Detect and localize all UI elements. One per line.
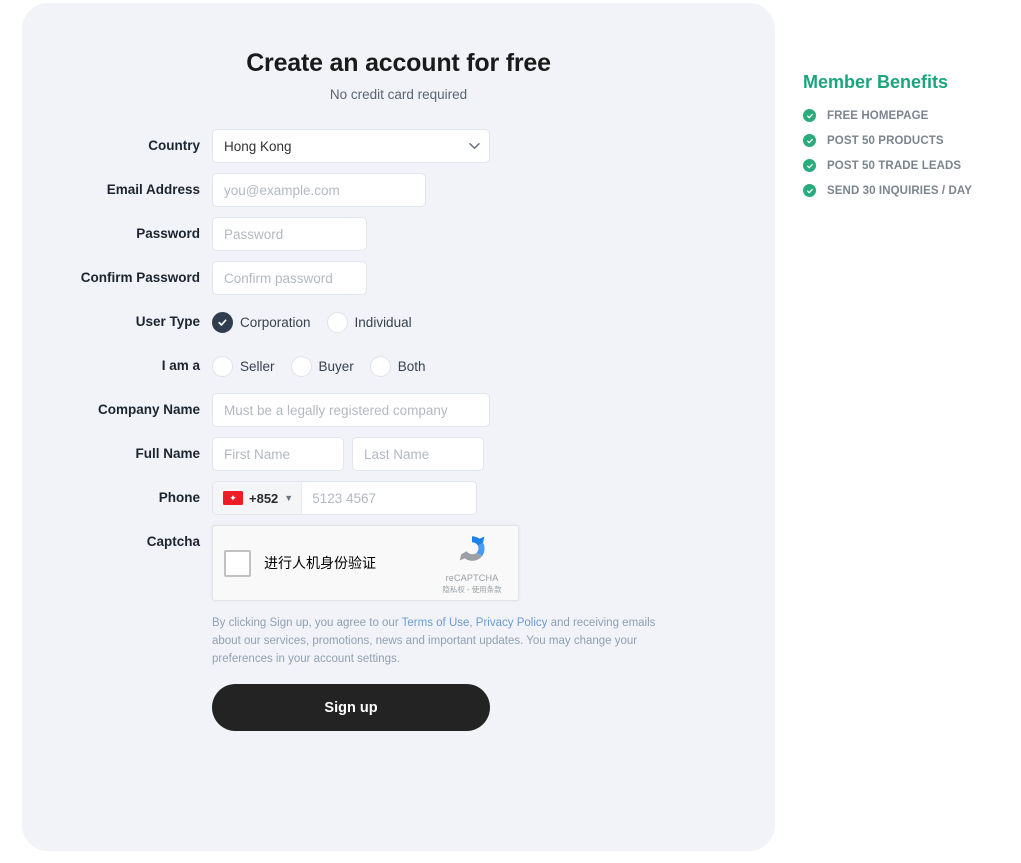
radio-circle-icon [290, 355, 312, 377]
recaptcha-branding: reCAPTCHA 隐私权 - 使用条款 [437, 532, 507, 595]
benefit-item: POST 50 PRODUCTS [803, 134, 1013, 147]
signup-card: Create an account for free No credit car… [22, 3, 775, 851]
radio-option-individual[interactable]: Individual [326, 311, 412, 333]
benefit-item: FREE HOMEPAGE [803, 109, 1013, 122]
label-captcha: Captcha [146, 534, 200, 549]
terms-part-1: By clicking Sign up, you agree to our [212, 617, 402, 629]
label-user-type: User Type [135, 314, 200, 329]
field-row-company-name: Company Name [22, 393, 775, 427]
recaptcha-legal-links[interactable]: 隐私权 - 使用条款 [437, 584, 507, 595]
field-row-user-type: User Type Corporation Individual [22, 305, 775, 339]
check-circle-icon [803, 109, 816, 122]
privacy-policy-link[interactable]: Privacy Policy [476, 617, 548, 629]
form-header: Create an account for free No credit car… [22, 3, 775, 102]
country-code-selector[interactable]: ✦ +852 ▼ [213, 482, 303, 514]
label-email: Email Address [106, 182, 200, 197]
terms-of-use-link[interactable]: Terms of Use [402, 617, 470, 629]
benefits-title: Member Benefits [803, 72, 949, 92]
recaptcha-logo-icon [459, 535, 485, 561]
page-subtitle: No credit card required [329, 87, 468, 102]
radio-circle-icon [326, 311, 348, 333]
check-circle-icon [803, 159, 816, 172]
benefit-label: FREE HOMEPAGE [827, 109, 929, 122]
terms-text: By clicking Sign up, you agree to our Te… [212, 614, 660, 668]
member-benefits-panel: Member Benefits FREE HOMEPAGE POST 50 PR… [803, 72, 1013, 209]
benefit-item: SEND 30 INQUIRIES / DAY [803, 184, 1013, 197]
label-company-name: Company Name [97, 402, 200, 417]
field-row-country: Country Hong Kong [22, 129, 775, 163]
radio-circle-icon [369, 355, 391, 377]
recaptcha-widget[interactable]: 进行人机身份验证 reCAPTCHA 隐私权 - 使用条款 [212, 525, 519, 601]
email-field[interactable] [212, 173, 426, 207]
recaptcha-checkbox[interactable] [224, 549, 251, 577]
phone-number-field[interactable] [302, 482, 476, 514]
caret-down-icon: ▼ [284, 493, 294, 503]
recaptcha-label: 进行人机身份验证 [264, 555, 376, 571]
label-country: Country [148, 138, 200, 153]
password-field[interactable] [212, 217, 367, 251]
field-row-password: Password [22, 217, 775, 251]
sign-up-button[interactable]: Sign up [212, 684, 490, 732]
check-circle-icon [803, 184, 816, 197]
user-type-group: Corporation Individual [212, 305, 423, 339]
radio-option-corporation[interactable]: Corporation [212, 311, 311, 333]
signup-page: Create an account for free No credit car… [0, 0, 1021, 863]
hong-kong-flag-icon: ✦ [223, 491, 243, 505]
radio-option-both[interactable]: Both [369, 355, 426, 377]
page-title: Create an account for free [246, 49, 551, 77]
country-select[interactable]: Hong Kong [212, 129, 490, 163]
radio-label-corporation: Corporation [240, 314, 311, 330]
radio-option-seller[interactable]: Seller [212, 355, 275, 377]
signup-form: Country Hong Kong Email Address you@exam… [22, 129, 775, 732]
radio-label-buyer: Buyer [318, 358, 354, 374]
field-row-email: Email Address [22, 173, 775, 207]
radio-label-seller: Seller [240, 358, 275, 374]
label-phone: Phone [158, 490, 200, 505]
country-code-value: +852 [249, 490, 279, 506]
benefit-label: POST 50 TRADE LEADS [827, 159, 962, 172]
radio-option-buyer[interactable]: Buyer [290, 355, 354, 377]
benefit-item: POST 50 TRADE LEADS [803, 159, 1013, 172]
radio-label-both: Both [397, 358, 426, 374]
label-confirm-password: Confirm Password [80, 270, 200, 285]
phone-input-group: ✦ +852 ▼ [212, 481, 477, 515]
radio-circle-icon [212, 355, 233, 377]
confirm-password-field[interactable] [212, 261, 367, 295]
check-icon [212, 311, 233, 333]
field-row-full-name: Full Name [22, 437, 775, 471]
field-row-phone: Phone ✦ +852 ▼ [22, 481, 775, 515]
field-row-confirm-password: Confirm Password [22, 261, 775, 295]
company-name-field[interactable] [212, 393, 490, 427]
check-circle-icon [803, 134, 816, 147]
last-name-field[interactable] [352, 437, 484, 471]
radio-label-individual: Individual [354, 314, 412, 330]
recaptcha-brand-name: reCAPTCHA [445, 572, 499, 583]
country-select-wrapper: Hong Kong [212, 129, 490, 163]
benefit-label: POST 50 PRODUCTS [827, 134, 944, 147]
i-am-a-group: Seller Buyer Both [212, 349, 437, 383]
label-full-name: Full Name [135, 446, 200, 461]
label-password: Password [136, 226, 200, 241]
field-row-i-am-a: I am a Seller Buyer Both [22, 349, 775, 383]
first-name-field[interactable] [212, 437, 344, 471]
field-row-captcha: Captcha 进行人机身份验证 reCAPTCHA 隐私权 - 使用条款 By… [22, 525, 775, 732]
label-i-am-a: I am a [161, 358, 200, 373]
benefit-label: SEND 30 INQUIRIES / DAY [827, 184, 973, 197]
